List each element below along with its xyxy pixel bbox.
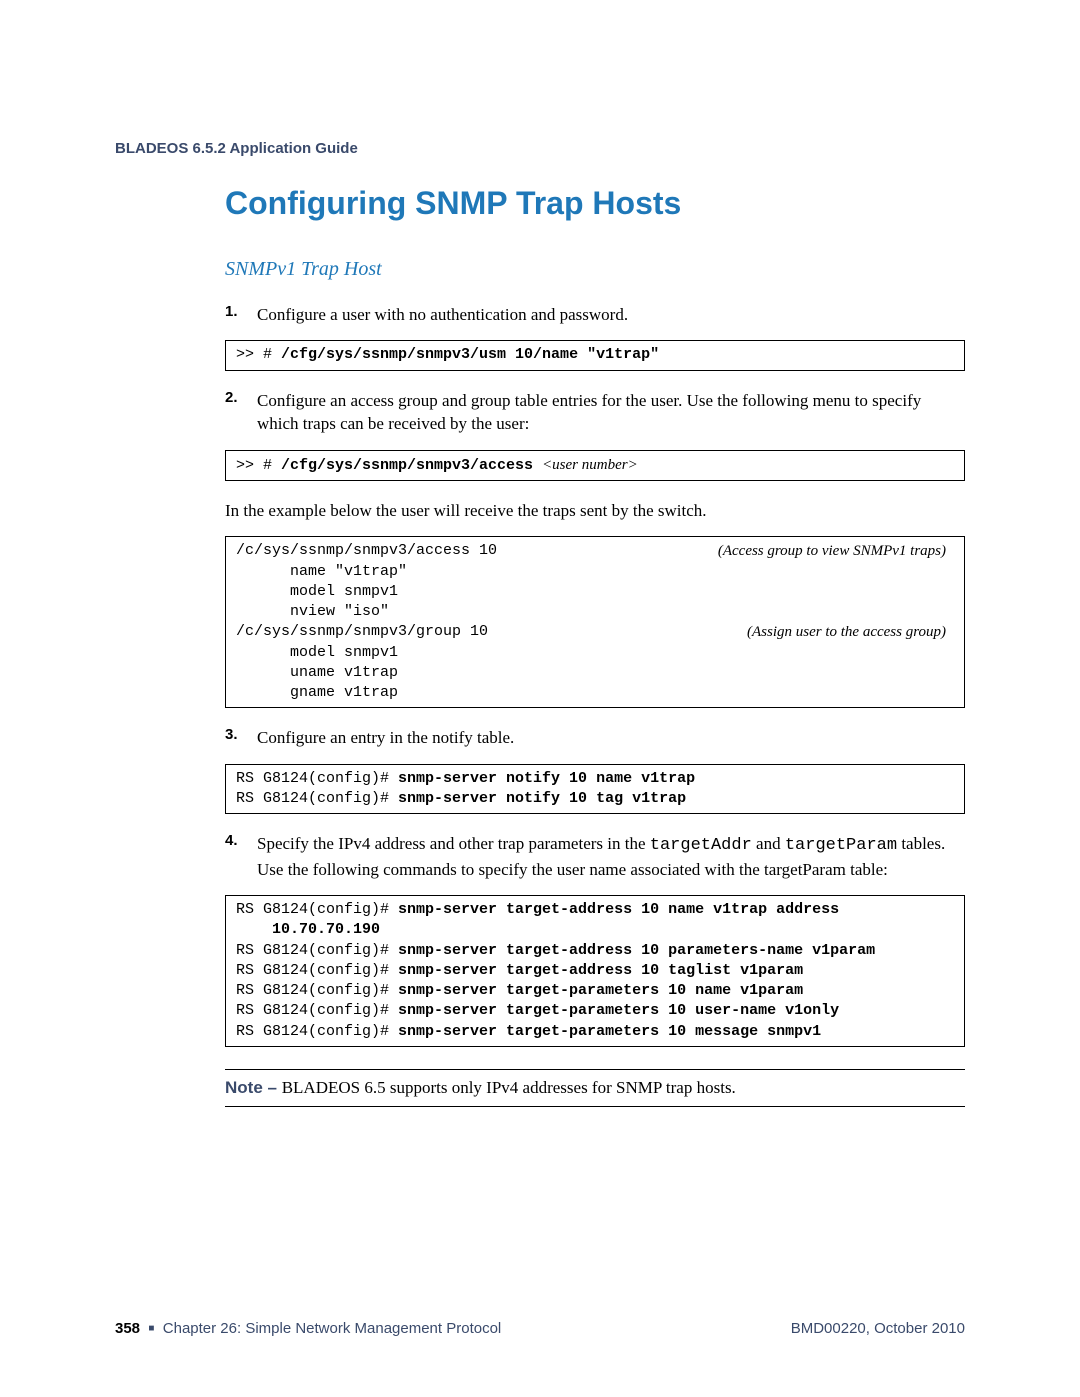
code-cmd: snmp-server target-address 10 name v1tra… (398, 901, 848, 918)
code-cmd: snmp-server target-parameters 10 user-na… (398, 1002, 839, 1019)
code-line: nview "iso" (236, 602, 954, 622)
mono-term: targetAddr (650, 836, 752, 855)
page-footer: 358 ■ Chapter 26: Simple Network Managem… (115, 1320, 965, 1337)
code-prompt: RS G8124(config)# (236, 790, 398, 807)
code-line: name "v1trap" (236, 562, 954, 582)
note-body: BLADEOS 6.5 supports only IPv4 addresses… (282, 1078, 736, 1097)
step-text: Configure a user with no authentication … (257, 303, 965, 326)
code-line: model snmpv1 (236, 643, 954, 663)
code-cmd-cont: 10.70.70.190 (236, 921, 380, 938)
code-line: gname v1trap (236, 683, 954, 703)
code-arg: <user number> (542, 457, 638, 473)
step-text: Specify the IPv4 address and other trap … (257, 832, 965, 881)
code-cmd: snmp-server target-address 10 taglist v1… (398, 962, 803, 979)
code-prompt: RS G8124(config)# (236, 1023, 398, 1040)
step-text: Configure an entry in the notify table. (257, 726, 965, 749)
page: BLADEOS 6.5.2 Application Guide Configur… (0, 0, 1080, 1397)
code-prefix: >> # (236, 346, 281, 363)
step-number: 2. (225, 389, 251, 436)
step-text: Configure an access group and group tabl… (257, 389, 965, 436)
code-cmd: snmp-server notify 10 name v1trap (398, 770, 695, 787)
code-line: model snmpv1 (236, 582, 954, 602)
code-cmd: snmp-server notify 10 tag v1trap (398, 790, 686, 807)
section-subtitle: SNMPv1 Trap Host (225, 258, 965, 281)
code-cmd: /cfg/sys/ssnmp/snmpv3/usm 10/name "v1tra… (281, 346, 659, 363)
code-prefix: >> # (236, 457, 281, 474)
code-prompt: RS G8124(config)# (236, 901, 398, 918)
note-rule-bottom (225, 1106, 965, 1107)
code-prompt: RS G8124(config)# (236, 1002, 398, 1019)
code-line: uname v1trap (236, 663, 954, 683)
footer-right: BMD00220, October 2010 (791, 1320, 965, 1337)
step-2: 2. Configure an access group and group t… (225, 389, 965, 436)
text-part: and (752, 834, 785, 853)
step-number: 1. (225, 303, 251, 326)
code-cmd: snmp-server target-address 10 parameters… (398, 942, 875, 959)
note-label: Note – (225, 1078, 282, 1097)
code-prompt: RS G8124(config)# (236, 942, 398, 959)
note: Note – BLADEOS 6.5 supports only IPv4 ad… (225, 1078, 965, 1098)
step-number: 4. (225, 832, 251, 881)
code-block-1: >> # /cfg/sys/ssnmp/snmpv3/usm 10/name "… (225, 340, 965, 370)
code-cmd: snmp-server target-parameters 10 message… (398, 1023, 821, 1040)
code-cmd: /cfg/sys/ssnmp/snmpv3/access (281, 457, 542, 474)
page-title: Configuring SNMP Trap Hosts (225, 185, 965, 222)
code-block-4: RS G8124(config)# snmp-server target-add… (225, 895, 965, 1047)
square-icon: ■ (148, 1323, 154, 1334)
step-number: 3. (225, 726, 251, 749)
code-prompt: RS G8124(config)# (236, 962, 398, 979)
note-rule-top (225, 1069, 965, 1070)
content-body: 1. Configure a user with no authenticati… (225, 303, 965, 1107)
chapter-label: Chapter 26: Simple Network Management Pr… (163, 1320, 502, 1337)
mono-term: targetParam (785, 836, 897, 855)
page-number: 358 (115, 1320, 140, 1337)
code-comment: (Access group to view SNMPv1 traps) (497, 541, 954, 561)
code-block-3: RS G8124(config)# snmp-server notify 10 … (225, 764, 965, 815)
code-line: /c/sys/ssnmp/snmpv3/access 10 (236, 541, 497, 561)
step-4: 4. Specify the IPv4 address and other tr… (225, 832, 965, 881)
code-block-2: >> # /cfg/sys/ssnmp/snmpv3/access <user … (225, 450, 965, 481)
code-prompt: RS G8124(config)# (236, 982, 398, 999)
code-comment: (Assign user to the access group) (488, 622, 954, 642)
code-cmd: snmp-server target-parameters 10 name v1… (398, 982, 803, 999)
step-3: 3. Configure an entry in the notify tabl… (225, 726, 965, 749)
code-prompt: RS G8124(config)# (236, 770, 398, 787)
code-block-example: /c/sys/ssnmp/snmpv3/access 10(Access gro… (225, 536, 965, 708)
text-part: Specify the IPv4 address and other trap … (257, 834, 650, 853)
step-1: 1. Configure a user with no authenticati… (225, 303, 965, 326)
code-line: /c/sys/ssnmp/snmpv3/group 10 (236, 622, 488, 642)
step-followup: In the example below the user will recei… (225, 499, 965, 522)
doc-header: BLADEOS 6.5.2 Application Guide (115, 140, 965, 157)
footer-left: 358 ■ Chapter 26: Simple Network Managem… (115, 1320, 501, 1337)
